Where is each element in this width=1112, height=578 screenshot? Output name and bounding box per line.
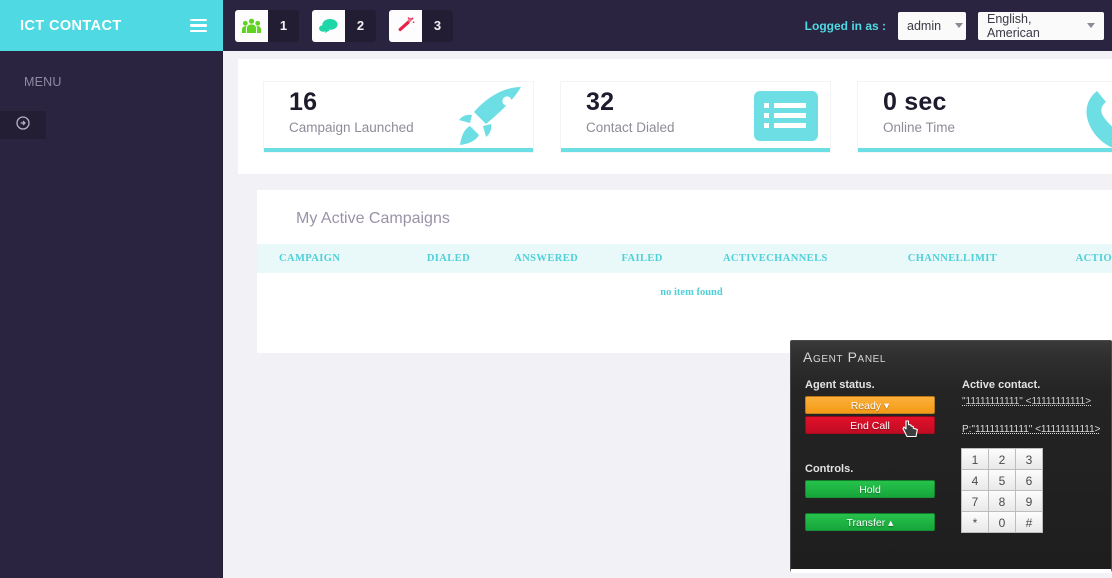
top-bar: ICT CONTACT 1 2 3 Logged in as: admin E… bbox=[0, 0, 1112, 51]
column-failed[interactable]: FAILED bbox=[604, 244, 680, 273]
transfer-button[interactable]: Transfer ▴ bbox=[805, 513, 935, 531]
users-icon bbox=[235, 9, 268, 42]
key-7[interactable]: 7 bbox=[961, 490, 989, 512]
key-hash[interactable]: # bbox=[1015, 511, 1043, 533]
key-5[interactable]: 5 bbox=[988, 469, 1016, 491]
stat-label: Online Time bbox=[883, 120, 956, 135]
agent-panel: Agent Panel Agent status. Ready ▾ End Ca… bbox=[790, 340, 1112, 573]
logged-in-label: Logged in as : bbox=[804, 18, 886, 33]
stat-value: 0 sec bbox=[883, 88, 947, 116]
active-campaigns-panel: My Active Campaigns CAMPAIGN DIALED ANSW… bbox=[257, 190, 1112, 353]
table-header-row: CAMPAIGN DIALED ANSWERED FAILED ACTIVECH… bbox=[257, 244, 1112, 273]
hold-button[interactable]: Hold bbox=[805, 480, 935, 498]
badge-wand-count: 3 bbox=[422, 9, 453, 42]
badge-chat-count: 2 bbox=[345, 9, 376, 42]
controls-label: Controls. bbox=[805, 463, 854, 475]
key-9[interactable]: 9 bbox=[1015, 490, 1043, 512]
brand-header: ICT CONTACT bbox=[0, 0, 223, 51]
empty-message: no item found bbox=[660, 287, 723, 298]
language-select-value: English, American bbox=[987, 11, 1040, 40]
key-1[interactable]: 1 bbox=[961, 448, 989, 470]
sidebar: MENU bbox=[0, 51, 223, 578]
keypad-row: 1 2 3 bbox=[961, 448, 1048, 470]
magic-wand-icon bbox=[389, 9, 422, 42]
sidebar-toggle-button[interactable] bbox=[0, 111, 46, 139]
mouse-cursor-pointer-icon bbox=[902, 420, 918, 438]
dial-keypad: 1 2 3 4 5 6 7 8 9 * 0 # bbox=[961, 448, 1048, 533]
active-contact-value[interactable]: "11111111111" <11111111111> bbox=[962, 396, 1111, 407]
agent-status-button-label: Ready bbox=[850, 400, 882, 412]
column-action[interactable]: ACTION bbox=[1034, 244, 1112, 273]
stat-card-contact-dialed: 32 Contact Dialed bbox=[561, 82, 830, 152]
stat-card-campaign-launched: 16 Campaign Launched bbox=[264, 82, 533, 152]
key-0[interactable]: 0 bbox=[988, 511, 1016, 533]
column-answered[interactable]: ANSWERED bbox=[487, 244, 605, 273]
chevron-up-icon: ▴ bbox=[888, 517, 894, 529]
key-2[interactable]: 2 bbox=[988, 448, 1016, 470]
sidebar-menu-label: MENU bbox=[24, 75, 62, 89]
active-contact-label: Active contact. bbox=[962, 379, 1041, 391]
stat-card-online-time: 0 sec Online Time bbox=[858, 82, 1112, 152]
badge-users-count: 1 bbox=[268, 9, 299, 42]
page-title: My Active Campaigns bbox=[296, 210, 450, 227]
chevron-down-icon bbox=[955, 23, 964, 28]
app-root: ICT CONTACT 1 2 3 Logged in as: admin E… bbox=[0, 0, 1112, 578]
keypad-row: 7 8 9 bbox=[961, 490, 1048, 512]
list-icon bbox=[750, 89, 822, 148]
language-select[interactable]: English, American bbox=[978, 11, 1104, 40]
header-badges: 1 2 3 bbox=[235, 9, 453, 42]
key-4[interactable]: 4 bbox=[961, 469, 989, 491]
brand-title: ICT CONTACT bbox=[20, 17, 122, 34]
rocket-icon bbox=[447, 85, 525, 148]
active-contact-party[interactable]: P:"11111111111" <11111111111> bbox=[962, 424, 1111, 435]
top-right-controls: Logged in as : admin English, American bbox=[804, 11, 1112, 40]
table-empty-row: no item found bbox=[257, 273, 1112, 312]
key-star[interactable]: * bbox=[961, 511, 989, 533]
campaigns-table: CAMPAIGN DIALED ANSWERED FAILED ACTIVECH… bbox=[257, 244, 1112, 312]
agent-panel-title: Agent Panel bbox=[803, 349, 887, 365]
circle-arrow-icon bbox=[16, 115, 30, 135]
column-channellimit[interactable]: CHANNELLIMIT bbox=[870, 244, 1034, 273]
badge-wand[interactable]: 3 bbox=[389, 9, 453, 42]
key-3[interactable]: 3 bbox=[1015, 448, 1043, 470]
stat-cards-container: 16 Campaign Launched 32 Contact Dialed 0… bbox=[238, 59, 1112, 174]
column-dialed[interactable]: DIALED bbox=[409, 244, 488, 273]
badge-chat[interactable]: 2 bbox=[312, 9, 376, 42]
chat-bubble-icon bbox=[312, 9, 345, 42]
keypad-row: * 0 # bbox=[961, 511, 1048, 533]
phone-icon bbox=[1081, 85, 1112, 148]
agent-status-label: Agent status. bbox=[805, 379, 875, 391]
column-activechannels[interactable]: ACTIVECHANNELS bbox=[679, 244, 871, 273]
agent-status-button[interactable]: Ready ▾ bbox=[805, 396, 935, 414]
hamburger-icon[interactable] bbox=[190, 18, 207, 33]
keypad-row: 4 5 6 bbox=[961, 469, 1048, 491]
chevron-down-icon bbox=[1087, 23, 1095, 28]
user-select[interactable]: admin bbox=[898, 11, 966, 40]
key-6[interactable]: 6 bbox=[1015, 469, 1043, 491]
chevron-down-icon: ▾ bbox=[884, 400, 890, 412]
column-campaign[interactable]: CAMPAIGN bbox=[257, 244, 410, 273]
user-select-value: admin bbox=[907, 18, 942, 33]
transfer-button-label: Transfer bbox=[846, 517, 886, 529]
key-8[interactable]: 8 bbox=[988, 490, 1016, 512]
badge-users[interactable]: 1 bbox=[235, 9, 299, 42]
